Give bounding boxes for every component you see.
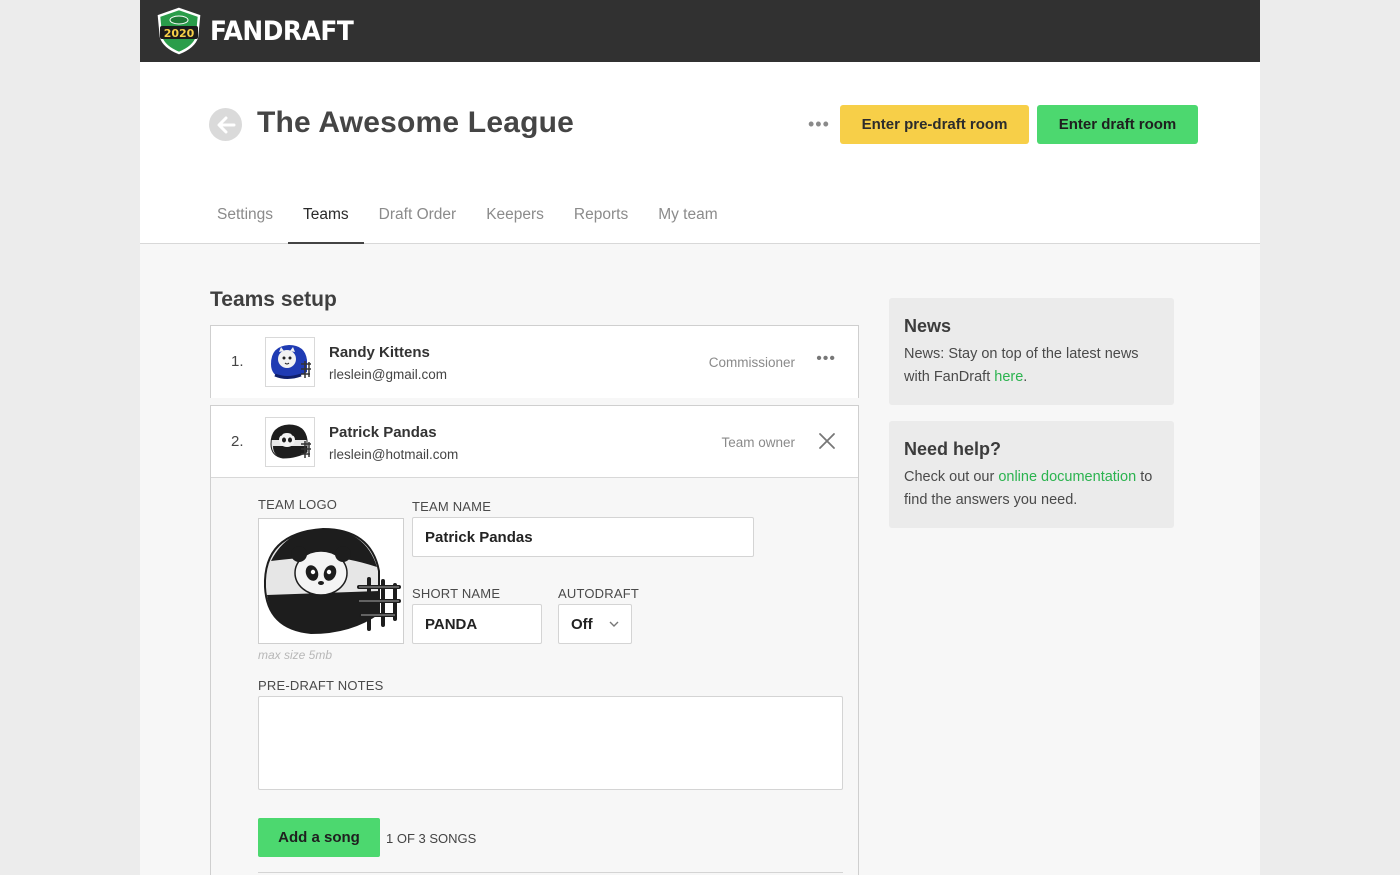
team-row[interactable]: 1. Randy Kittens rleslein@gmail.com Comm… (210, 325, 859, 398)
team-email: rleslein@hotmail.com (329, 447, 459, 462)
kitten-helmet-icon (271, 345, 311, 379)
panda-helmet-icon (270, 424, 311, 459)
pre-draft-notes-label: PRE-DRAFT NOTES (258, 678, 384, 693)
team-role-badge: Team owner (721, 435, 795, 450)
team-number: 1. (231, 353, 244, 370)
team-role-badge: Commissioner (708, 355, 795, 370)
pre-draft-notes-textarea[interactable] (258, 696, 843, 790)
tab-bar: Settings Teams Draft Order Keepers Repor… (202, 190, 733, 244)
tab-teams[interactable]: Teams (288, 190, 364, 244)
top-bar: 2020 FANDRAFT (140, 0, 1260, 62)
divider (258, 872, 843, 873)
page-title: The Awesome League (257, 106, 575, 139)
team-logo-upload[interactable] (258, 518, 404, 644)
brand-logo[interactable]: 2020 FANDRAFT (154, 7, 366, 55)
short-name-input[interactable]: PANDA (412, 604, 542, 644)
section-title: Teams setup (210, 288, 337, 311)
song-count: 1 OF 3 SONGS (386, 831, 477, 846)
team-logo (265, 337, 315, 387)
help-title: Need help? (904, 439, 1002, 459)
short-name-label: SHORT NAME (412, 586, 501, 601)
chevron-down-icon (609, 621, 619, 627)
autodraft-label: AUTODRAFT (558, 586, 640, 601)
shield-badge-icon: 2020 (154, 7, 204, 55)
team-email: rleslein@gmail.com (329, 367, 447, 382)
tab-reports[interactable]: Reports (559, 190, 643, 244)
help-text-body: Check out our (904, 469, 999, 485)
add-song-button[interactable]: Add a song (258, 818, 380, 857)
team-name: Patrick Pandas (329, 424, 437, 441)
tab-draft-order[interactable]: Draft Order (364, 190, 472, 244)
enter-draft-room-button[interactable]: Enter draft room (1037, 105, 1198, 144)
team-name-label: TEAM NAME (412, 499, 492, 514)
arrow-left-icon (217, 116, 235, 133)
autodraft-value: Off (571, 615, 593, 633)
team-name-input[interactable]: Patrick Pandas (412, 517, 754, 557)
team-logo-label: TEAM LOGO (258, 497, 338, 512)
tab-keepers[interactable]: Keepers (471, 190, 559, 244)
documentation-link[interactable]: online documentation (998, 469, 1136, 485)
league-header: The Awesome League ••• Enter pre-draft r… (140, 62, 1260, 244)
help-card: Need help? Check out our online document… (889, 421, 1174, 528)
tab-my-team[interactable]: My team (643, 190, 732, 244)
autodraft-select[interactable]: Off (558, 604, 632, 644)
team-row-expanded: 2. Patrick Pandas rleslein@hotmail.com T… (210, 405, 859, 875)
team-name: Randy Kittens (329, 344, 430, 361)
team-row-header[interactable]: 2. Patrick Pandas rleslein@hotmail.com T… (211, 406, 858, 478)
panda-helmet-icon (263, 527, 401, 635)
team-number: 2. (231, 433, 244, 450)
news-text: News: Stay on top of the latest news wit… (904, 343, 1159, 389)
news-card: News News: Stay on top of the latest new… (889, 298, 1174, 405)
more-options-icon[interactable]: ••• (816, 350, 836, 368)
team-logo (265, 417, 315, 467)
brand-name: FANDRAFT (210, 15, 354, 47)
logo-size-hint: max size 5mb (258, 648, 333, 662)
news-link[interactable]: here (994, 369, 1023, 385)
page: 2020 FANDRAFT The Awesome League ••• Ent… (140, 0, 1260, 875)
team-row-header[interactable]: 1. Randy Kittens rleslein@gmail.com Comm… (211, 326, 858, 398)
close-icon[interactable] (818, 432, 836, 450)
badge-year: 2020 (164, 27, 195, 40)
enter-pre-draft-room-button[interactable]: Enter pre-draft room (840, 105, 1029, 144)
news-text-end: . (1023, 369, 1028, 385)
back-button[interactable] (209, 108, 242, 141)
tab-settings[interactable]: Settings (202, 190, 288, 244)
more-options-icon[interactable]: ••• (808, 114, 830, 135)
news-title: News (904, 316, 952, 336)
help-text: Check out our online documentation to fi… (904, 466, 1159, 512)
